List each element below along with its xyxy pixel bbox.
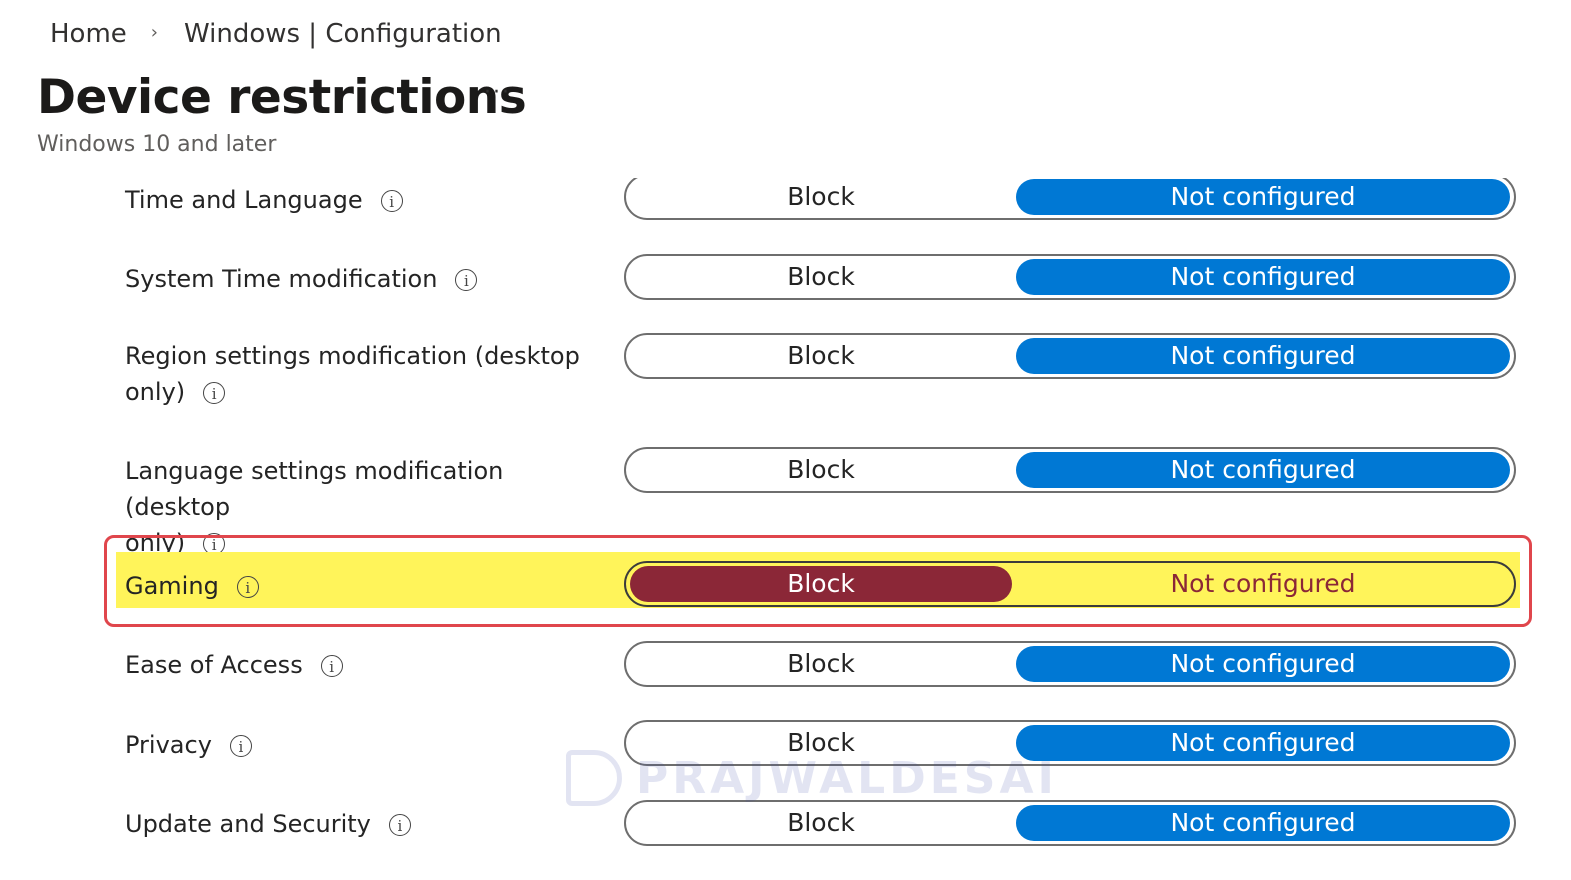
info-icon[interactable]: i bbox=[320, 655, 343, 677]
setting-label: System Time modification i bbox=[125, 261, 605, 297]
info-icon[interactable]: i bbox=[229, 735, 252, 757]
setting-label: Region settings modification (desktop on… bbox=[125, 342, 580, 406]
block-option[interactable]: Block bbox=[630, 259, 1012, 295]
not-configured-option[interactable]: Not configured bbox=[1016, 566, 1510, 602]
language-settings-modification-toggle: Block Not configured bbox=[624, 447, 1516, 493]
block-option[interactable]: Block bbox=[630, 338, 1012, 374]
info-icon[interactable]: i bbox=[236, 576, 259, 598]
block-option[interactable]: Block bbox=[630, 452, 1012, 488]
info-icon[interactable]: i bbox=[388, 814, 411, 836]
block-option[interactable]: Block bbox=[630, 566, 1012, 602]
not-configured-option[interactable]: Not configured bbox=[1016, 179, 1510, 215]
page-subtitle: Windows 10 and later bbox=[37, 132, 277, 157]
not-configured-option[interactable]: Not configured bbox=[1016, 805, 1510, 841]
breadcrumb: Home › Windows | Configuration bbox=[50, 14, 502, 54]
system-time-modification-toggle: Block Not configured bbox=[624, 254, 1516, 300]
region-settings-modification-toggle: Block Not configured bbox=[624, 333, 1516, 379]
page-title: Device restrictions bbox=[37, 70, 527, 125]
chevron-right-icon: › bbox=[150, 21, 158, 43]
time-and-language-toggle: Block Not configured bbox=[624, 178, 1516, 220]
info-icon[interactable]: i bbox=[203, 382, 226, 404]
not-configured-option[interactable]: Not configured bbox=[1016, 338, 1510, 374]
not-configured-option[interactable]: Not configured bbox=[1016, 452, 1510, 488]
gaming-toggle: Block Not configured bbox=[624, 561, 1516, 607]
more-options-icon[interactable]: ··· bbox=[484, 80, 511, 105]
setting-label: Gaming i bbox=[125, 568, 605, 604]
setting-label: Privacy i bbox=[125, 727, 605, 763]
update-and-security-toggle: Block Not configured bbox=[624, 800, 1516, 846]
breadcrumb-windows-configuration[interactable]: Windows | Configuration bbox=[184, 19, 502, 49]
device-restrictions-page: Home › Windows | Configuration Device re… bbox=[0, 0, 1571, 880]
setting-label: Ease of Access i bbox=[125, 647, 605, 683]
privacy-toggle: Block Not configured bbox=[624, 720, 1516, 766]
ease-of-access-toggle: Block Not configured bbox=[624, 641, 1516, 687]
info-icon[interactable]: i bbox=[455, 269, 478, 291]
block-option[interactable]: Block bbox=[630, 725, 1012, 761]
block-option[interactable]: Block bbox=[630, 179, 1012, 215]
setting-label: Update and Security i bbox=[125, 806, 605, 842]
block-option[interactable]: Block bbox=[630, 805, 1012, 841]
breadcrumb-home[interactable]: Home bbox=[50, 19, 127, 49]
not-configured-option[interactable]: Not configured bbox=[1016, 259, 1510, 295]
not-configured-option[interactable]: Not configured bbox=[1016, 646, 1510, 682]
not-configured-option[interactable]: Not configured bbox=[1016, 725, 1510, 761]
block-option[interactable]: Block bbox=[630, 646, 1012, 682]
